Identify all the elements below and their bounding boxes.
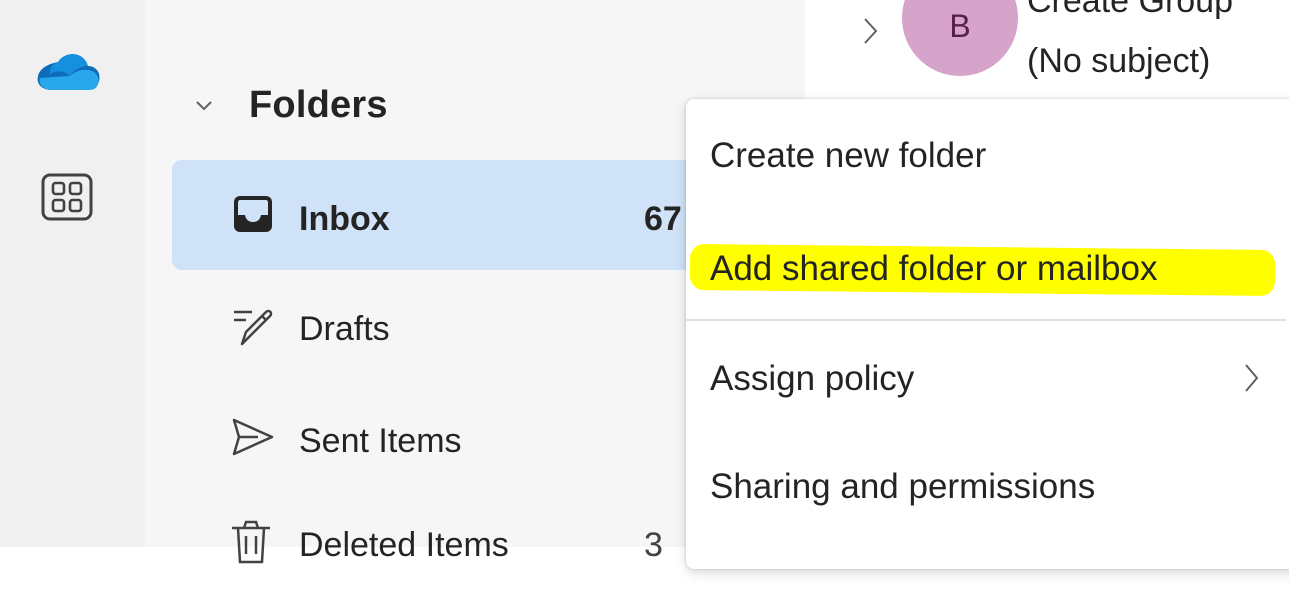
folder-label: Sent Items	[299, 422, 462, 460]
menu-item-label: Sharing and permissions	[710, 467, 1096, 506]
menu-item-label: Create new folder	[710, 136, 987, 175]
inbox-icon	[234, 196, 272, 232]
folders-header[interactable]: Folders	[193, 80, 388, 130]
chevron-right-icon[interactable]	[860, 14, 882, 48]
folders-title: Folders	[249, 83, 388, 126]
menu-item-assign-policy[interactable]: Assign policy	[686, 331, 1286, 431]
app-rail	[0, 0, 145, 547]
unread-count: 67	[644, 200, 682, 238]
drafts-icon	[234, 309, 273, 346]
folder-label: Deleted Items	[299, 526, 509, 564]
menu-item-add-shared-folder[interactable]: Add shared folder or mailbox	[686, 219, 1286, 319]
message-sender: Create Group	[1027, 0, 1233, 20]
menu-item-label: Add shared folder or mailbox	[710, 249, 1158, 288]
chevron-right-icon	[1245, 364, 1259, 392]
send-icon	[232, 418, 274, 456]
avatar: B	[902, 0, 1018, 76]
menu-divider	[686, 319, 1286, 321]
onedrive-icon[interactable]	[36, 50, 102, 94]
menu-item-label: Assign policy	[710, 359, 915, 398]
message-subject: (No subject)	[1027, 42, 1211, 80]
menu-item-sharing-permissions[interactable]: Sharing and permissions	[686, 439, 1286, 539]
chevron-down-icon[interactable]	[193, 94, 215, 116]
item-count: 3	[644, 526, 663, 564]
folder-label: Inbox	[299, 200, 390, 238]
avatar-initial: B	[949, 8, 971, 44]
apps-icon[interactable]	[38, 172, 96, 222]
menu-item-create-new-folder[interactable]: Create new folder	[686, 99, 1286, 199]
trash-icon	[232, 520, 270, 564]
folder-label: Drafts	[299, 310, 390, 348]
folder-context-menu: Create new folder Add shared folder or m…	[686, 99, 1289, 569]
